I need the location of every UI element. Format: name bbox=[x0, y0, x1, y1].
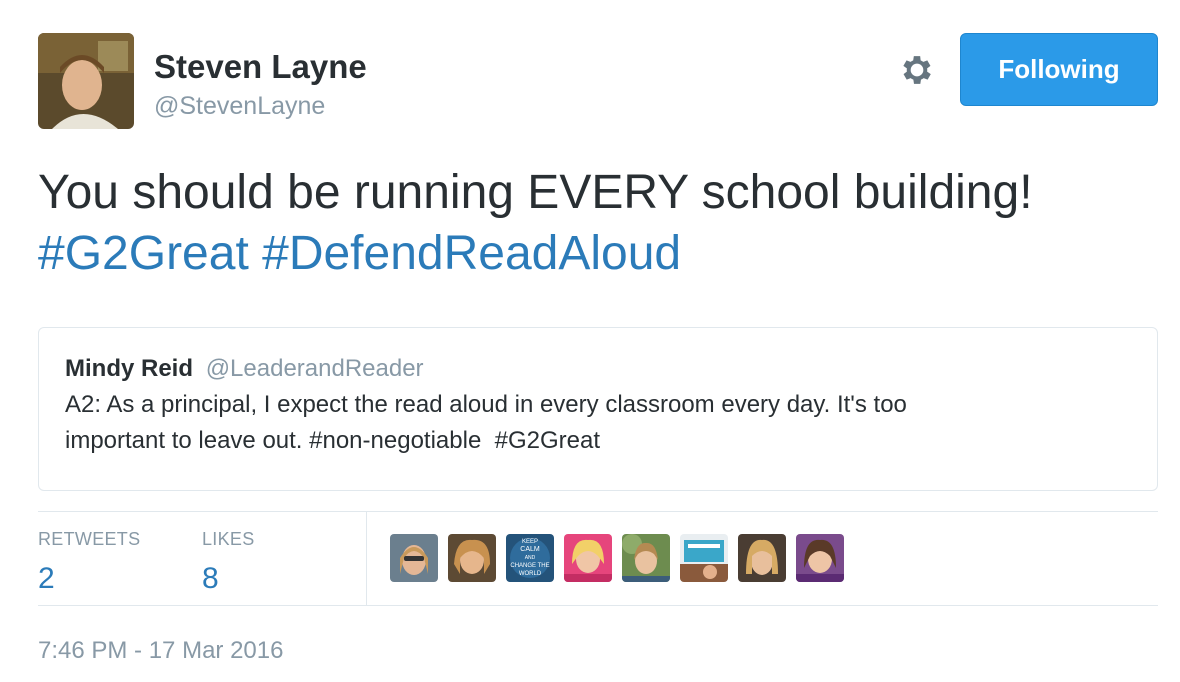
quoted-hashtag: #G2Great bbox=[494, 427, 601, 454]
quoted-author-name: Mindy Reid bbox=[65, 355, 194, 382]
liker-avatar-text: CALM bbox=[520, 546, 540, 553]
likes-label: LIKES bbox=[202, 529, 255, 549]
liker-avatar[interactable] bbox=[680, 534, 728, 582]
hashtag-link[interactable]: #G2Great bbox=[38, 227, 249, 280]
tweet-text: You should be running EVERY school build… bbox=[38, 162, 1158, 284]
following-button[interactable]: Following bbox=[960, 33, 1158, 106]
likes-stat[interactable]: LIKES 8 bbox=[202, 528, 255, 597]
likes-count: 8 bbox=[202, 562, 219, 595]
liker-avatar[interactable] bbox=[622, 534, 670, 582]
quoted-tweet[interactable]: Mindy Reid @LeaderandReader A2: As a pri… bbox=[38, 327, 1158, 491]
quoted-text-line: important to leave out. #non-negotiable bbox=[65, 427, 495, 454]
retweets-label: RETWEETS bbox=[38, 529, 141, 549]
quoted-author-handle: @LeaderandReader bbox=[205, 355, 424, 382]
liker-avatar-text: WORLD bbox=[519, 571, 542, 577]
stats-bottom-divider bbox=[38, 605, 1158, 606]
quoted-tweet-text: A2: As a principal, I expect the read al… bbox=[65, 387, 1131, 459]
gear-icon[interactable] bbox=[898, 51, 936, 89]
tweet-text-line: You should be running EVERY school build… bbox=[38, 166, 1033, 219]
author-name[interactable]: Steven Layne bbox=[154, 48, 367, 86]
author-handle[interactable]: @StevenLayne bbox=[154, 91, 325, 121]
liker-avatar-text: AND bbox=[525, 555, 536, 561]
retweets-count: 2 bbox=[38, 562, 55, 595]
liker-avatar-text: KEEP bbox=[522, 539, 538, 545]
liker-avatar[interactable] bbox=[796, 534, 844, 582]
author-avatar[interactable] bbox=[38, 33, 134, 129]
liker-avatar-text: CHANGE THE bbox=[510, 563, 549, 569]
liker-avatars: KEEP CALM AND CHANGE THE WORLD bbox=[390, 534, 844, 582]
liker-avatar[interactable] bbox=[448, 534, 496, 582]
liker-avatar[interactable] bbox=[564, 534, 612, 582]
quoted-text-line: A2: As a principal, I expect the read al… bbox=[65, 391, 907, 418]
stats-top-divider bbox=[38, 511, 1158, 512]
stats-vertical-divider bbox=[366, 512, 367, 605]
liker-avatar[interactable] bbox=[390, 534, 438, 582]
tweet-timestamp[interactable]: 7:46 PM - 17 Mar 2016 bbox=[38, 636, 283, 666]
liker-avatar[interactable]: KEEP CALM AND CHANGE THE WORLD bbox=[506, 534, 554, 582]
retweets-stat[interactable]: RETWEETS 2 bbox=[38, 528, 140, 597]
liker-avatar[interactable] bbox=[738, 534, 786, 582]
hashtag-link[interactable]: #DefendReadAloud bbox=[262, 227, 681, 280]
